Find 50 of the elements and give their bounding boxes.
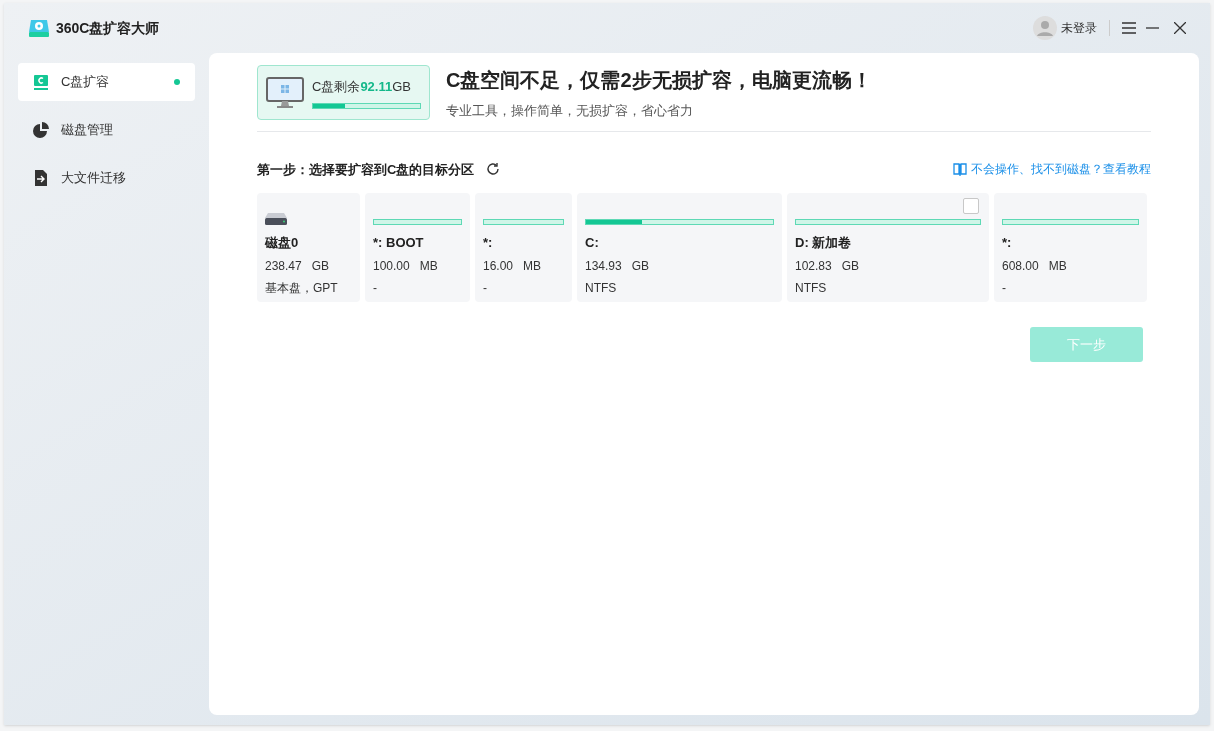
monitor-icon	[266, 76, 304, 109]
size-unit: MB	[523, 257, 542, 275]
partition-card[interactable]: C: 134.93 GB NTFS	[577, 193, 782, 302]
file-system-label: -	[1002, 279, 1007, 297]
menu-icon[interactable]	[1122, 22, 1136, 34]
size-unit: GB	[631, 257, 650, 275]
size-value: 100.00	[373, 257, 410, 275]
partition-name: C:	[585, 234, 600, 252]
step-label: 第一步：选择要扩容到C盘的目标分区	[257, 160, 475, 179]
hard-drive-icon	[265, 213, 287, 225]
sidebar-item[interactable]: C盘扩容	[18, 63, 195, 101]
size-value: 608.00	[1002, 257, 1039, 275]
subtitle: 专业工具，操作简单，无损扩容，省心省力	[446, 102, 694, 120]
window-title: 360C盘扩容大师	[56, 18, 160, 38]
login-link[interactable]: 未登录	[1061, 19, 1097, 37]
refresh-icon[interactable]	[486, 162, 501, 177]
close-icon[interactable]	[1174, 22, 1186, 34]
pie-chart-icon	[33, 122, 49, 138]
file-arrow-icon	[33, 170, 49, 186]
partition-name: *: BOOT	[373, 234, 425, 252]
file-system-label: NTFS	[795, 279, 828, 297]
size-unit: GB	[311, 257, 330, 275]
partition-card[interactable]: *: 608.00 MB -	[994, 193, 1147, 302]
size-unit: MB	[1048, 257, 1067, 275]
file-system-label: -	[483, 279, 488, 297]
partition-name: *:	[1002, 234, 1013, 252]
tutorial-link[interactable]: 不会操作、找不到磁盘？查看教程	[971, 160, 1151, 179]
partition-name: *:	[483, 234, 494, 252]
drive-icon	[33, 74, 49, 90]
book-icon	[953, 162, 967, 177]
disk-logo-icon	[28, 17, 50, 39]
size-value: 102.83	[795, 257, 832, 275]
sidebar-item[interactable]: 大文件迁移	[18, 159, 195, 197]
checkbox[interactable]	[963, 198, 979, 214]
size-unit: GB	[841, 257, 860, 275]
file-system-label: 基本盘，GPT	[265, 279, 339, 297]
file-system-label: -	[373, 279, 378, 297]
size-value: 238.47	[265, 257, 302, 275]
size-value: 16.00	[483, 257, 514, 275]
size-value: 134.93	[585, 257, 622, 275]
headline: C盘空间不足，仅需2步无损扩容，电脑更流畅！	[446, 68, 872, 93]
size-unit: MB	[419, 257, 438, 275]
partition-name: D: 新加卷	[795, 234, 853, 252]
file-system-label: NTFS	[585, 279, 618, 297]
sidebar-item[interactable]: 磁盘管理	[18, 111, 195, 149]
partition-card[interactable]: *: BOOT 100.00 MB -	[365, 193, 470, 302]
free-space-label: C盘剩余92.11GB	[312, 78, 412, 96]
partition-name: 磁盘0	[265, 234, 300, 252]
partition-card[interactable]: *: 16.00 MB -	[475, 193, 572, 302]
partition-card[interactable]: D: 新加卷 102.83 GB NTFS	[787, 193, 989, 302]
